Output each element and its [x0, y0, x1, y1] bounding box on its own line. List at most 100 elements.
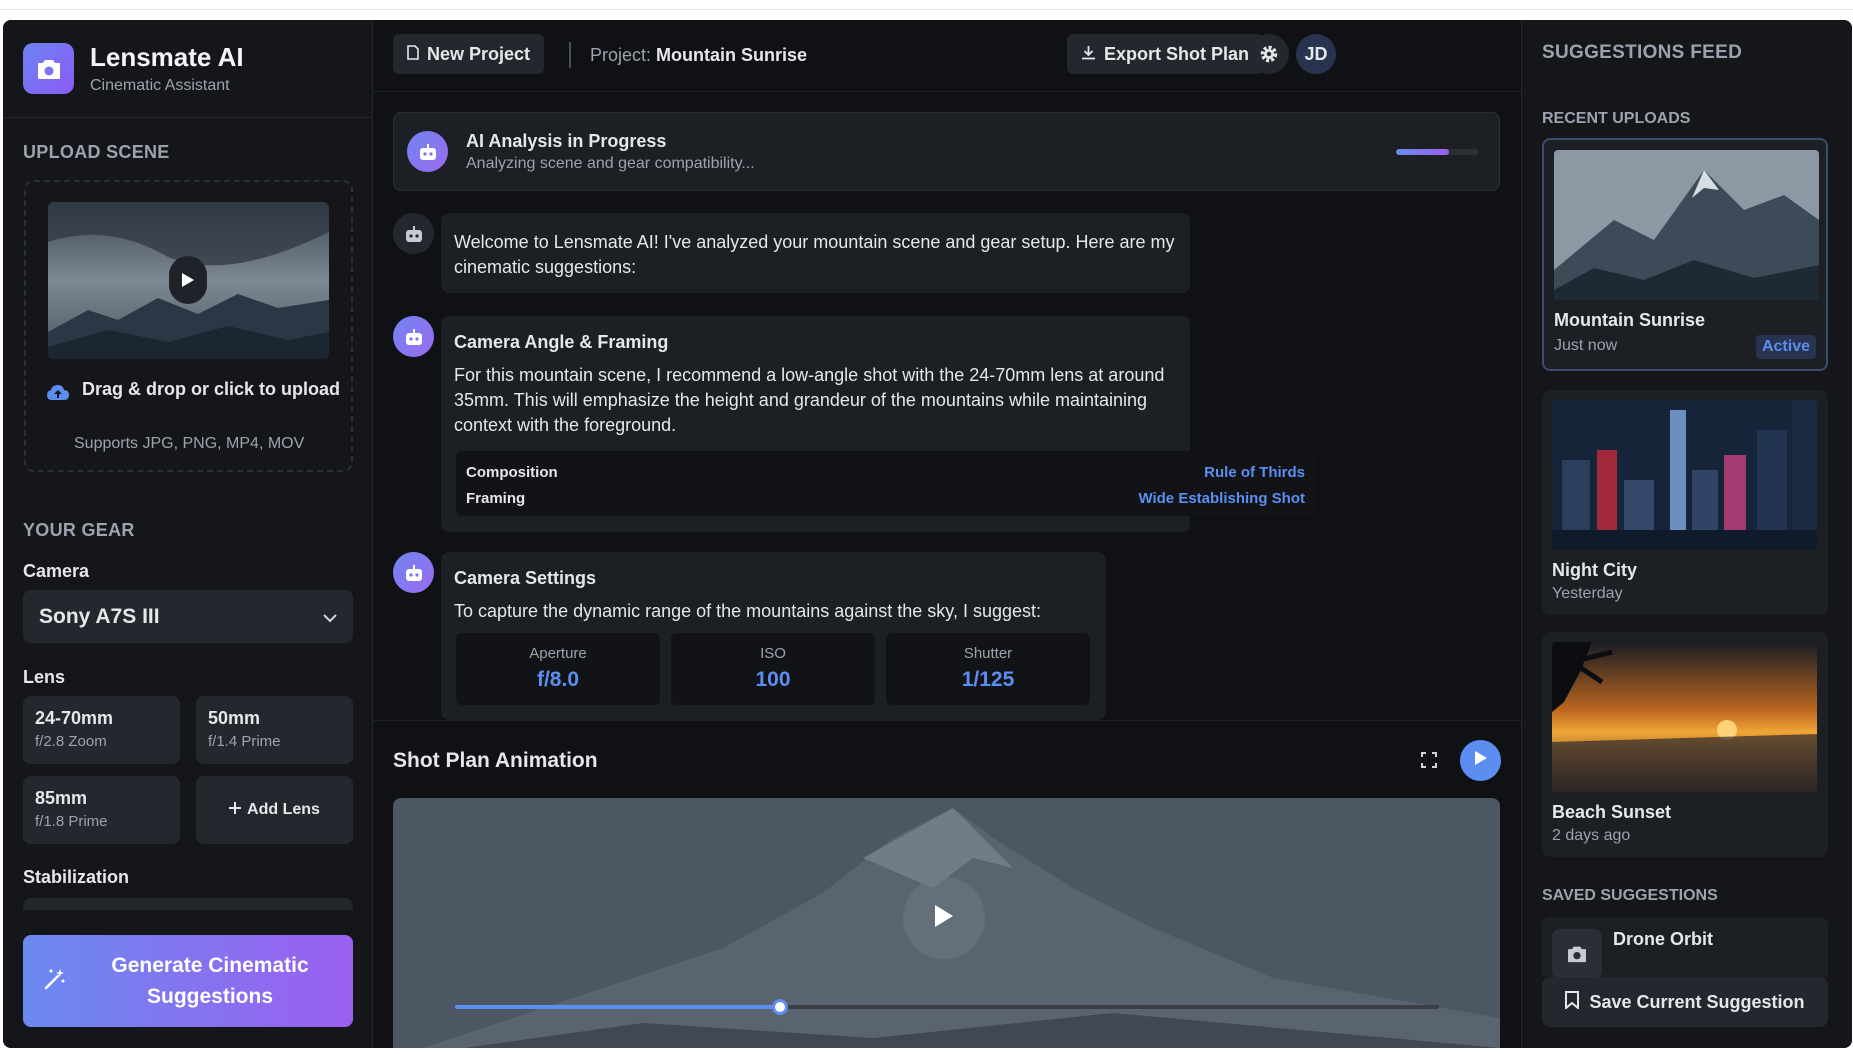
analysis-progress-fill — [1396, 149, 1450, 155]
timeline-handle[interactable] — [771, 999, 788, 1015]
analysis-status: AI Analysis in Progress Analyzing scene … — [393, 112, 1500, 191]
upload-time: Just now — [1554, 337, 1618, 354]
avatar[interactable]: JD — [1296, 34, 1336, 74]
camera-label: Camera — [23, 561, 90, 581]
upload-time: Yesterday — [1552, 585, 1623, 602]
add-lens-label: Add Lens — [247, 801, 320, 818]
lens-spec: f/2.8 Zoom — [35, 733, 107, 750]
bookmark-icon — [1565, 990, 1580, 1014]
add-lens-button[interactable]: Add Lens — [196, 776, 353, 844]
aperture-card: Aperture f/8.0 — [456, 633, 660, 705]
save-suggestion-label: Save Current Suggestion — [1589, 991, 1805, 1012]
animation-timeline[interactable] — [455, 999, 1439, 1015]
feed-title: SUGGESTIONS FEED — [1542, 42, 1743, 63]
file-icon — [407, 44, 419, 65]
stabilization-select[interactable] — [23, 898, 353, 910]
shutter-card: Shutter 1/125 — [886, 633, 1090, 705]
lens-option-50[interactable]: 50mm f/1.4 Prime — [196, 696, 353, 764]
left-sidebar: Lensmate AI Cinematic Assistant UPLOAD S… — [3, 20, 373, 1048]
upload-name: Beach Sunset — [1552, 802, 1672, 822]
upload-section-title: UPLOAD SCENE — [23, 142, 170, 162]
chevron-down-icon — [323, 605, 337, 629]
project-name: Project: Mountain Sunrise — [590, 45, 807, 66]
robot-icon — [393, 213, 434, 254]
welcome-text: Welcome to Lensmate AI! I've analyzed yo… — [454, 232, 1175, 277]
upload-cta-text: Drag & drop or click to upload — [82, 379, 341, 399]
iso-value: 100 — [755, 668, 791, 691]
aperture-value: f/8.0 — [536, 668, 580, 691]
framing-value: Wide Establishing Shot — [1138, 490, 1305, 507]
saved-suggestions-title: SAVED SUGGESTIONS — [1542, 887, 1718, 904]
saved-suggestion-name: Drone Orbit — [1613, 929, 1714, 949]
camera-select-value: Sony A7S III — [39, 604, 160, 628]
composition-label: Composition — [466, 464, 558, 481]
settings-title: Camera Settings — [454, 568, 597, 588]
animation-preview[interactable] — [393, 798, 1500, 1048]
generate-suggestions-button[interactable]: Generate Cinematic Suggestions — [23, 935, 353, 1027]
settings-suggestion-message: Camera Settings To capture the dynamic r… — [441, 552, 1106, 720]
new-project-button[interactable]: New Project — [393, 34, 545, 74]
gear-icon[interactable] — [1249, 34, 1289, 74]
shutter-value: 1/125 — [961, 668, 1015, 691]
iso-label: ISO — [760, 645, 786, 662]
robot-icon — [393, 552, 434, 593]
main-panel: New Project Project: Mountain Sunrise Ex… — [373, 20, 1521, 1048]
status-badge: Active — [1755, 335, 1816, 359]
city-thumbnail — [1552, 400, 1817, 550]
upload-time: 2 days ago — [1552, 827, 1631, 844]
project-title: Mountain Sunrise — [656, 45, 808, 65]
shot-plan-animation: Shot Plan Animation — [373, 720, 1521, 1048]
download-icon — [1081, 44, 1096, 65]
upload-preview-image[interactable] — [48, 202, 329, 359]
play-icon — [933, 904, 955, 933]
shutter-label: Shutter — [963, 645, 1013, 662]
lens-name: 85mm — [35, 788, 88, 808]
lens-option-24-70[interactable]: 24-70mm f/2.8 Zoom — [23, 696, 180, 764]
play-icon[interactable] — [169, 256, 207, 304]
analysis-progress — [1396, 149, 1478, 155]
stabilization-label: Stabilization — [23, 867, 130, 887]
angle-text: For this mountain scene, I recommend a l… — [454, 365, 1165, 435]
cloud-upload-icon — [46, 383, 70, 406]
upload-card-beach-sunset[interactable]: Beach Sunset 2 days ago — [1542, 632, 1828, 857]
robot-icon — [407, 131, 448, 172]
camera-icon — [1552, 929, 1602, 977]
aperture-label: Aperture — [529, 645, 587, 662]
magic-wand-icon — [43, 967, 67, 996]
beach-thumbnail — [1552, 642, 1817, 792]
recent-uploads-title: RECENT UPLOADS — [1542, 110, 1691, 127]
upload-name: Night City — [1552, 560, 1637, 580]
upload-cta[interactable]: Drag & drop or click to upload — [46, 377, 346, 406]
suggestions-feed: SUGGESTIONS FEED RECENT UPLOADS Mountain… — [1521, 20, 1852, 1048]
play-icon — [1474, 750, 1488, 771]
new-project-label: New Project — [427, 43, 531, 64]
upload-card-night-city[interactable]: Night City Yesterday — [1542, 390, 1828, 615]
camera-select[interactable]: Sony A7S III — [23, 590, 353, 643]
export-shot-plan-button[interactable]: Export Shot Plan — [1067, 34, 1264, 74]
welcome-message: Welcome to Lensmate AI! I've analyzed yo… — [441, 213, 1190, 293]
app-subtitle: Cinematic Assistant — [90, 77, 230, 94]
animation-title: Shot Plan Animation — [393, 749, 598, 772]
analysis-title: AI Analysis in Progress — [466, 131, 667, 151]
fullscreen-icon[interactable] — [1421, 752, 1437, 773]
upload-card-mountain-sunrise[interactable]: Mountain Sunrise Just now Active — [1542, 138, 1828, 371]
save-suggestion-button[interactable]: Save Current Suggestion — [1542, 977, 1828, 1027]
framing-details: Composition Rule of Thirds Framing Wide Es… — [456, 451, 1315, 516]
iso-card: ISO 100 — [671, 633, 875, 705]
upload-dropzone[interactable]: Drag & drop or click to upload Supports … — [24, 180, 353, 472]
top-bar: New Project Project: Mountain Sunrise Ex… — [373, 20, 1521, 92]
generate-suggestions-label: Generate Cinematic Suggestions — [111, 954, 309, 1008]
app-title: Lensmate AI — [90, 42, 244, 72]
analysis-subtitle: Analyzing scene and gear compatibility..… — [466, 155, 755, 172]
gear-section-title: YOUR GEAR — [23, 520, 135, 540]
animation-play-button[interactable] — [1460, 740, 1501, 781]
timeline-progress — [455, 1005, 780, 1009]
upload-hint: Supports JPG, PNG, MP4, MOV — [74, 435, 305, 452]
lens-spec: f/1.4 Prime — [208, 733, 281, 750]
saved-suggestion-item[interactable]: Drone Orbit — [1542, 917, 1828, 977]
angle-title: Camera Angle & Framing — [454, 332, 669, 352]
animation-center-play[interactable] — [903, 877, 985, 959]
export-label: Export Shot Plan — [1104, 43, 1250, 64]
window-top-border — [0, 9, 1853, 10]
lens-option-85[interactable]: 85mm f/1.8 Prime — [23, 776, 180, 844]
